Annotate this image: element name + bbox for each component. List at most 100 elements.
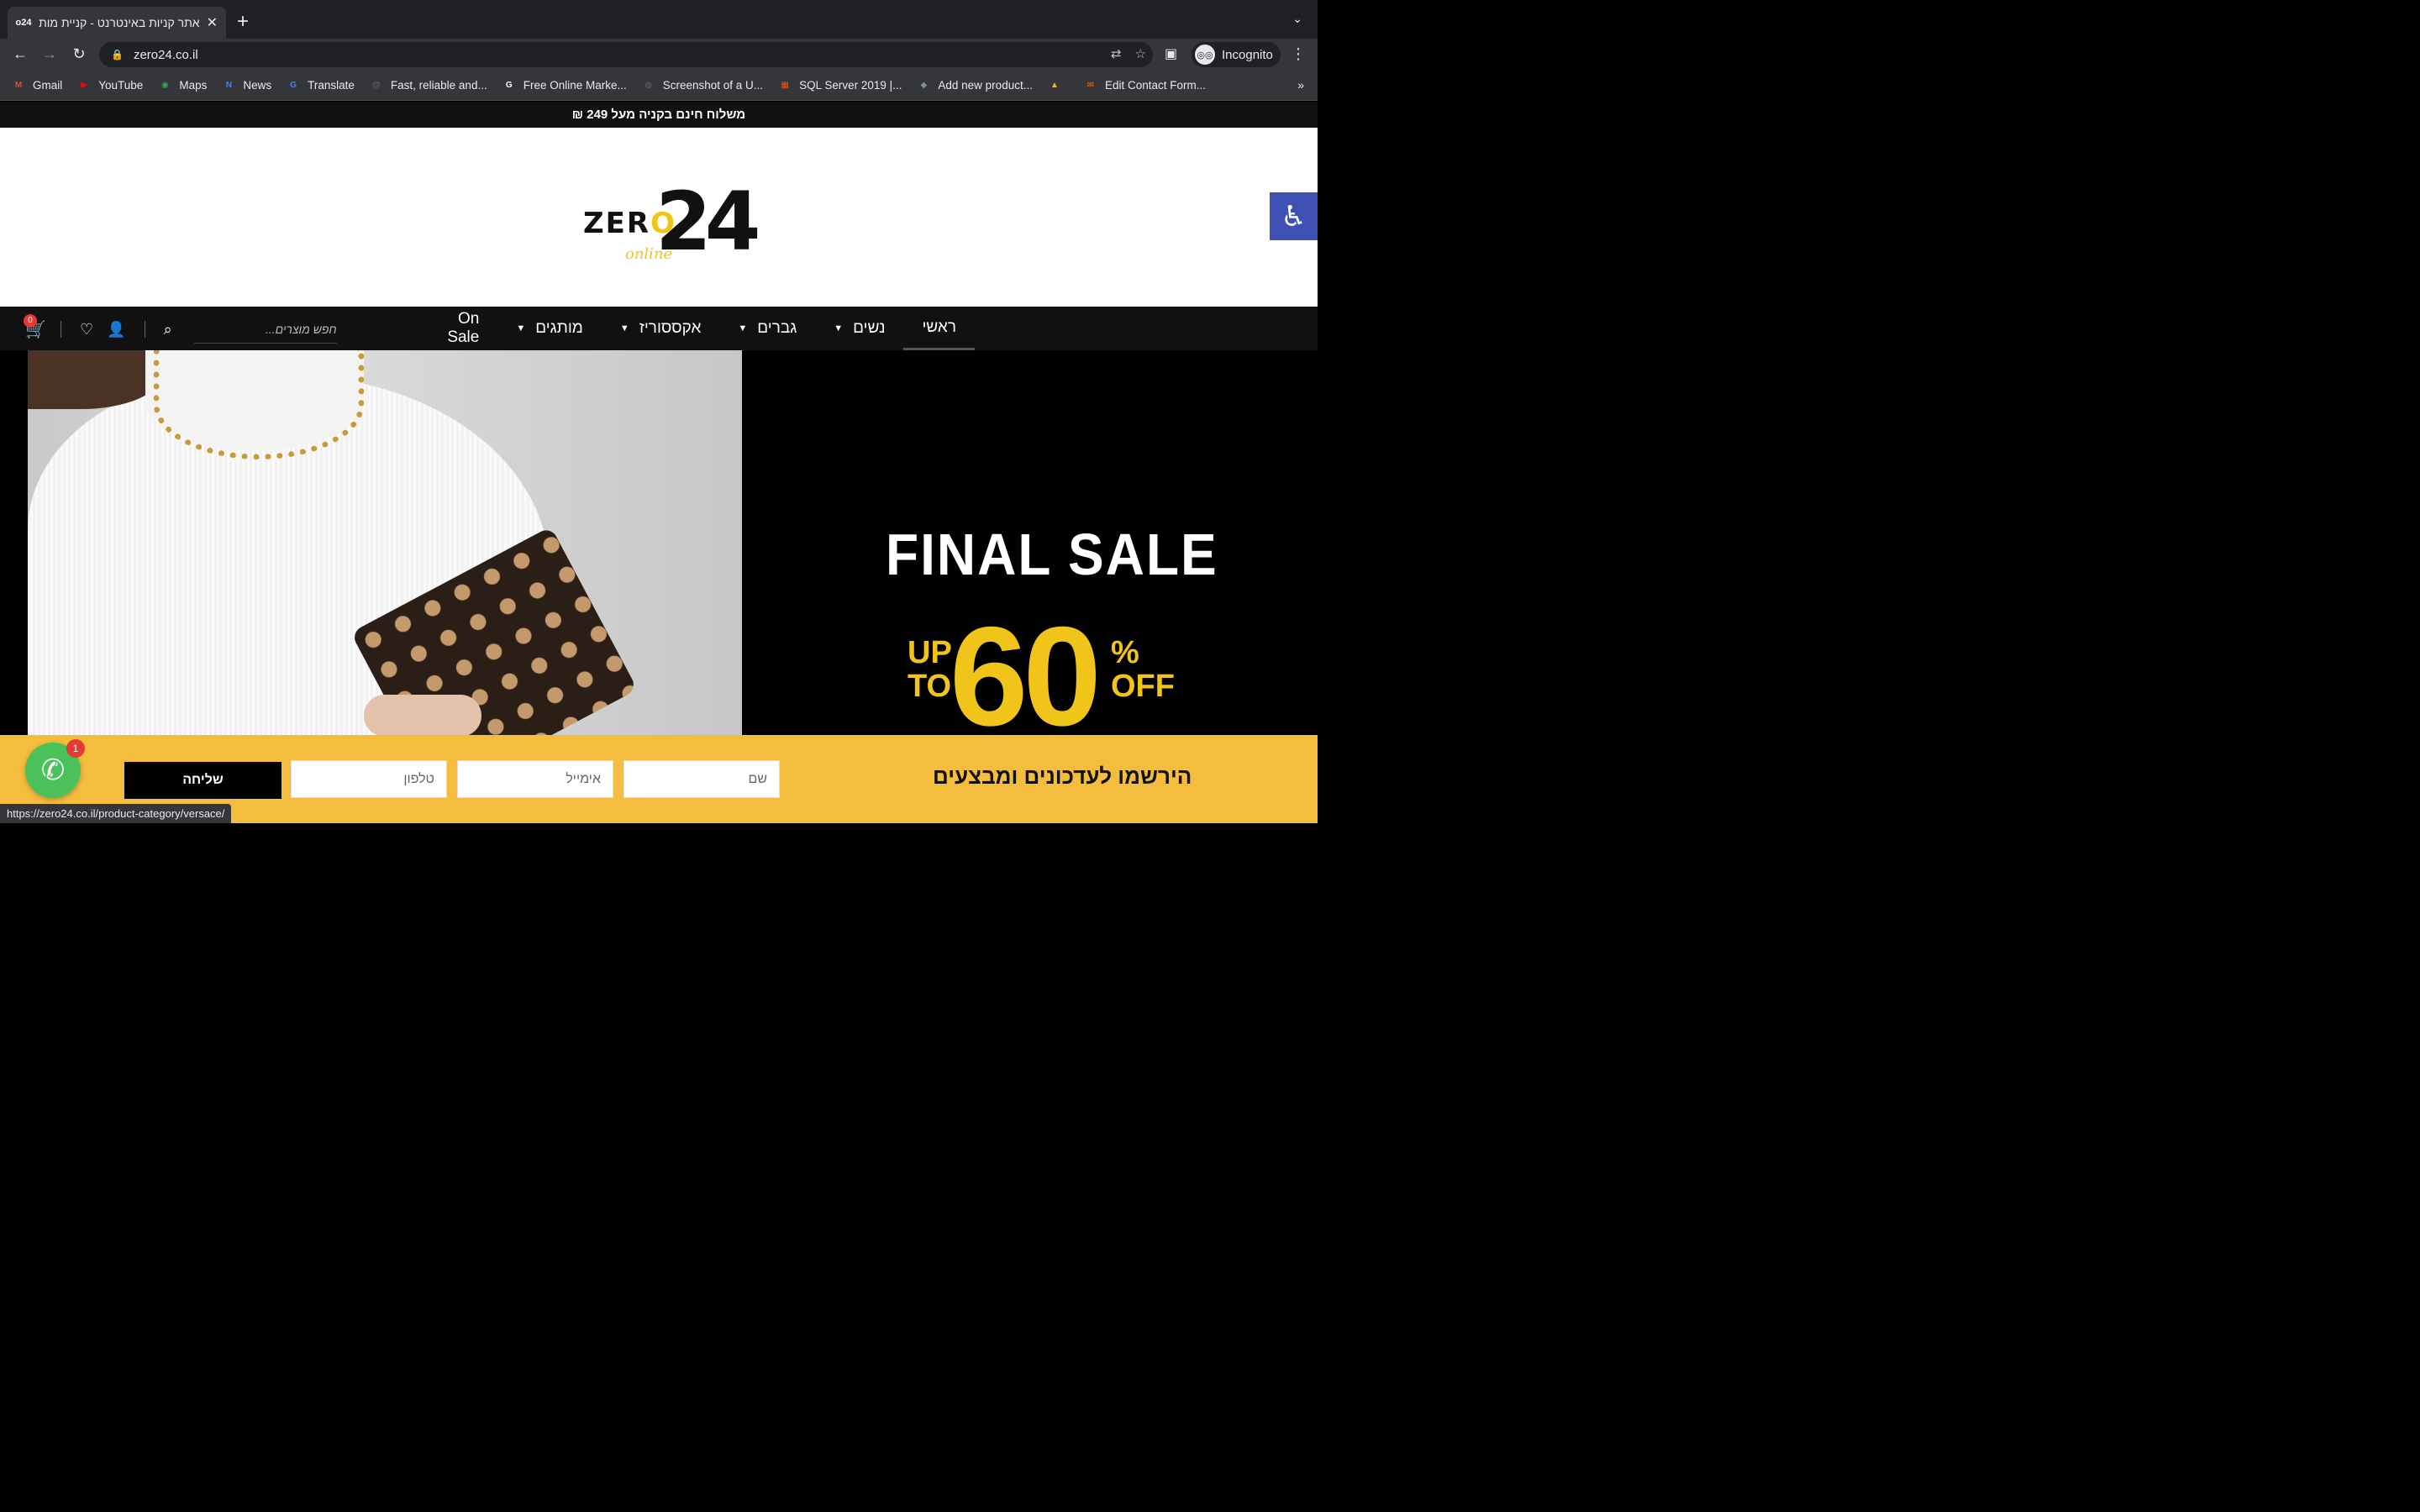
bookmark-label: Maps (179, 79, 208, 92)
account-user-icon[interactable]: 👤 (107, 321, 125, 339)
address-url: zero24.co.il (133, 47, 198, 62)
bookmark-item[interactable]: ◉ Maps (158, 79, 207, 92)
browser-toolbar: ← → ↻ 🔒 zero24.co.il ⇄ ☆ ▣ ◎◎ Incognito … (0, 39, 1318, 71)
nav-item-label: On Sale (447, 310, 480, 346)
link-status-bar: https://zero24.co.il/product-category/ve… (0, 804, 232, 823)
discount-number: 60 (950, 597, 1102, 755)
gmail-icon: M (14, 81, 23, 90)
nav-item[interactable]: ראשי (903, 307, 975, 350)
bookmark-item[interactable]: G Free Online Marke... (502, 79, 627, 92)
forward-arrow-icon[interactable]: → (39, 45, 60, 63)
cart-button[interactable]: 🛒 0 (24, 313, 49, 340)
email-field[interactable] (457, 760, 613, 798)
bookmark-item[interactable]: N News (222, 79, 271, 92)
up-text: UP (908, 635, 952, 670)
more-bookmarks-icon[interactable]: » (1297, 78, 1304, 92)
site-favicon-icon: o24 (15, 18, 32, 28)
news-icon: N (225, 81, 232, 90)
phone-field[interactable] (291, 760, 447, 798)
name-field[interactable] (623, 760, 780, 798)
tab-search-chevron-icon[interactable]: ⌄ (1292, 12, 1302, 26)
translate-icon: G (290, 81, 297, 90)
lock-icon[interactable]: 🔒 (111, 49, 124, 60)
dropdown-caret-icon: ▼ (619, 323, 629, 333)
nav-item[interactable]: גברים ▼ (719, 307, 815, 350)
new-tab-icon[interactable]: + (237, 10, 249, 34)
product-search-input[interactable] (193, 315, 337, 344)
globe-icon: ◍ (644, 81, 653, 90)
hand (364, 695, 481, 735)
form-icon: ✉ (1086, 81, 1095, 90)
final-sale-title: FINAL SALE (886, 522, 1218, 587)
cart-count-badge: 0 (24, 313, 37, 328)
bookmark-label: Add new product... (938, 79, 1033, 92)
bookmark-item[interactable]: ▦ SQL Server 2019 |... (778, 79, 902, 92)
bookmark-item[interactable]: G Translate (287, 79, 355, 92)
side-panel-icon[interactable]: ▣ (1165, 45, 1177, 62)
bookmark-item[interactable]: M Gmail (12, 79, 62, 92)
final-sale-graphic: FINAL SALE UP TO 60 % OFF (840, 518, 1227, 755)
microsoft-icon: ▦ (781, 81, 789, 90)
bookmark-item[interactable]: ✉ Edit Contact Form... (1084, 79, 1206, 92)
incognito-icon: ◎◎ (1195, 45, 1215, 65)
browser-tab-strip: o24 אתר קניות באינטרנט - קניית מות ✕ + ⌄ (0, 0, 1318, 39)
google-icon: G (505, 81, 513, 90)
nav-item-label: ראשי (922, 318, 956, 336)
bookmark-item[interactable]: ◆ Add new product... (917, 79, 1033, 92)
dropdown-caret-icon: ▼ (738, 323, 748, 333)
whatsapp-notification-badge: 1 (66, 739, 85, 758)
zero24-logo[interactable]: ZERO 24 online (583, 175, 761, 269)
percent-off-label: % OFF (1111, 636, 1175, 703)
back-arrow-icon[interactable]: ← (10, 45, 30, 63)
maps-icon: ◉ (160, 81, 169, 90)
bookmark-item[interactable]: ▶ YouTube (77, 79, 143, 92)
bookmark-item[interactable]: ◍ Screenshot of a U... (642, 79, 763, 92)
free-shipping-banner: משלוח חינם בקניה מעל 249 ₪ (0, 102, 1318, 128)
submit-button[interactable]: שליחה (124, 762, 281, 799)
incognito-profile-button[interactable]: ◎◎ Incognito (1192, 42, 1281, 67)
product-icon: ◆ (920, 81, 928, 90)
nav-item[interactable]: אקססוריז ▼ (602, 307, 720, 350)
browser-tab[interactable]: o24 אתר קניות באינטרנט - קניית מות ✕ (8, 7, 226, 39)
percent-text: % (1111, 635, 1139, 670)
nav-item-label: גברים (757, 319, 797, 337)
divider (60, 321, 61, 338)
hero-banner[interactable]: FINAL SALE UP TO 60 % OFF (0, 350, 1318, 755)
bookmark-label: Screenshot of a U... (662, 79, 764, 92)
youtube-icon: ▶ (81, 81, 88, 90)
accessibility-icon[interactable]: ♿ (1270, 192, 1318, 240)
nav-menu: ראשי נשים ▼ גברים ▼ אקססוריז ▼ מותגים ▼ On Sale (437, 307, 975, 350)
translate-page-icon[interactable]: ⇄ (1111, 46, 1122, 61)
up-to-label: UP TO (908, 636, 952, 703)
hero-model-image (28, 350, 742, 735)
close-tab-icon[interactable]: ✕ (207, 14, 218, 31)
bookmark-label: Gmail (33, 79, 63, 92)
bookmarks-bar: M Gmail ▶ YouTube ◉ Maps N News G Translate @ Fast,… (0, 71, 1318, 101)
signup-heading: הירשמו לעדכונים ומבצעים (933, 764, 1192, 789)
incognito-label: Incognito (1222, 47, 1273, 62)
nav-item[interactable]: On Sale (429, 307, 497, 350)
site-header: ZERO 24 online (0, 128, 1318, 307)
address-bar[interactable]: 🔒 zero24.co.il ⇄ ☆ (99, 42, 1153, 67)
bookmark-item[interactable]: @ Fast, reliable and... (370, 79, 487, 92)
bookmark-star-icon[interactable]: ☆ (1135, 46, 1146, 61)
nav-item[interactable]: נשים ▼ (815, 307, 903, 350)
browser-menu-icon[interactable]: ⋮ (1291, 45, 1306, 63)
nav-item-label: מותגים (535, 319, 583, 337)
bookmark-label: Translate (308, 79, 355, 92)
bookmark-label: Free Online Marke... (523, 79, 627, 92)
bookmark-item[interactable]: ▲ (1048, 79, 1069, 92)
reload-icon[interactable]: ↻ (69, 45, 89, 63)
search-icon[interactable]: ⌕ (164, 321, 172, 339)
to-text: TO (908, 669, 952, 704)
dropdown-caret-icon: ▼ (834, 323, 844, 333)
nav-item-label: אקססוריז (639, 319, 702, 337)
wishlist-heart-icon[interactable]: ♡ (80, 321, 93, 339)
bookmark-label: YouTube (98, 79, 144, 92)
nav-item[interactable]: מותגים ▼ (497, 307, 601, 350)
bookmark-label: SQL Server 2019 |... (799, 79, 902, 92)
gold-necklace (154, 350, 364, 459)
dropdown-caret-icon: ▼ (516, 323, 526, 333)
nav-item-label: נשים (853, 319, 886, 337)
header-actions: 🛒 0 ♡ 👤 ⌕ (24, 313, 337, 344)
